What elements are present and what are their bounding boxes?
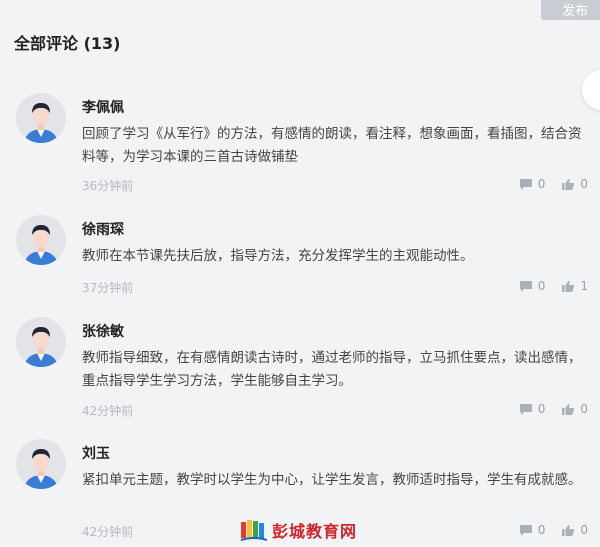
comment-actions: 0 0 — [503, 523, 588, 537]
like-button[interactable]: 0 — [561, 523, 588, 537]
like-count: 0 — [580, 523, 588, 537]
avatar[interactable] — [16, 215, 66, 265]
like-count: 1 — [580, 279, 588, 293]
like-count: 0 — [580, 402, 588, 416]
thumbs-up-icon — [562, 178, 575, 190]
comment-actions: 0 0 — [503, 177, 588, 191]
comment-icon — [519, 178, 532, 190]
comment-author: 张徐敏 — [82, 324, 124, 340]
comment-actions: 0 1 — [503, 279, 588, 293]
like-button[interactable]: 1 — [561, 279, 588, 293]
comment-author: 刘玉 — [82, 446, 110, 462]
reply-count: 0 — [537, 279, 546, 293]
side-float-button[interactable] — [582, 70, 600, 110]
reply-button[interactable]: 0 — [519, 177, 546, 191]
comments-title: 全部评论 (13) — [14, 34, 121, 53]
comment-author: 徐雨琛 — [82, 222, 124, 238]
avatar[interactable] — [16, 317, 66, 367]
comment-text: 回顾了学习《从军行》的方法，有感情的朗读，看注释，想象画面，看插图，结合资料等，… — [82, 126, 582, 165]
reply-button[interactable]: 0 — [519, 402, 546, 416]
reply-count: 0 — [537, 177, 546, 191]
comment-icon — [519, 403, 532, 415]
comment-text: 教师指导细致，在有感情朗读古诗时，通过老师的指导，立马抓住要点，读出感情，重点指… — [82, 350, 582, 389]
reply-button[interactable]: 0 — [519, 523, 546, 537]
comment-icon — [519, 280, 532, 292]
reply-count: 0 — [537, 523, 546, 537]
comment-time: 37分钟前 — [82, 281, 134, 295]
reply-button[interactable]: 0 — [519, 279, 546, 293]
comment-actions: 0 0 — [503, 402, 588, 416]
like-button[interactable]: 0 — [561, 177, 588, 191]
comment-time: 42分钟前 — [82, 525, 134, 539]
thumbs-up-icon — [562, 524, 575, 536]
thumbs-up-icon — [562, 280, 575, 292]
comment-text: 教师在本节课先扶后放，指导方法，充分发挥学生的主观能动性。 — [82, 248, 474, 264]
like-count: 0 — [580, 177, 588, 191]
book-logo-icon — [241, 520, 267, 541]
comment-author: 李佩佩 — [82, 100, 124, 116]
avatar[interactable] — [16, 93, 66, 143]
publish-button[interactable]: 发布 — [541, 0, 600, 20]
watermark: 彭城教育网 — [240, 518, 357, 542]
comment-time: 42分钟前 — [82, 404, 134, 418]
avatar[interactable] — [16, 439, 66, 489]
comment-text: 紧扣单元主题，教学时以学生为中心，让学生发言，教师适时指导，学生有成就感。 — [82, 472, 582, 488]
thumbs-up-icon — [562, 403, 575, 415]
comment-icon — [519, 524, 532, 536]
like-button[interactable]: 0 — [561, 402, 588, 416]
reply-count: 0 — [537, 402, 546, 416]
watermark-text: 彭城教育网 — [272, 522, 358, 541]
comment-time: 36分钟前 — [82, 179, 134, 193]
